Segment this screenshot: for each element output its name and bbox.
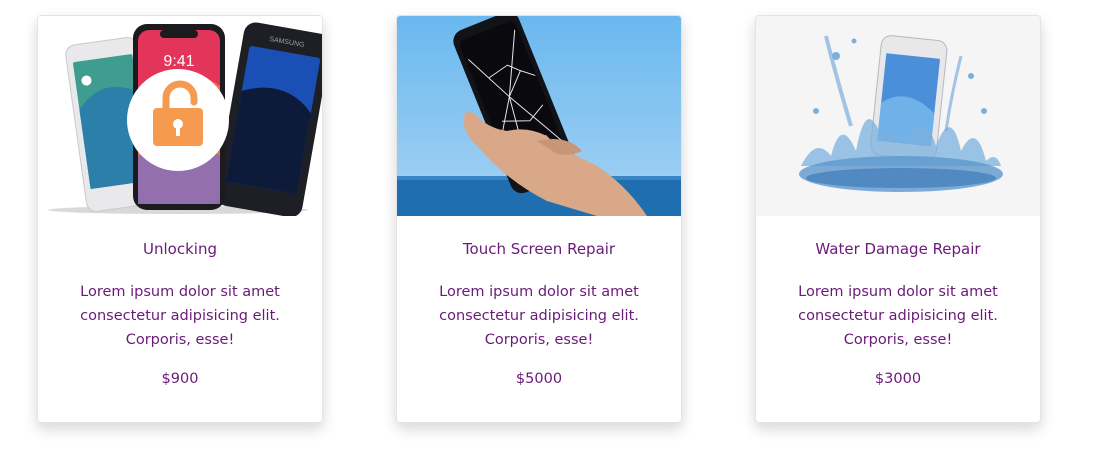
unlocked-phones-image: SAMSUNG 9:41 — [38, 16, 322, 216]
service-title: Unlocking — [143, 240, 217, 258]
service-price: $5000 — [515, 371, 563, 387]
service-price: $900 — [161, 371, 199, 387]
service-price: $3000 — [874, 371, 922, 387]
service-description: Lorem ipsum dolor sit amet consectetur a… — [80, 284, 280, 348]
cracked-screen-phone-image — [397, 16, 681, 216]
service-description: Lorem ipsum dolor sit amet consectetur a… — [439, 284, 639, 348]
services-row: SAMSUNG 9:41 Unlocking Lorem ipsum dolor… — [0, 0, 1115, 469]
water-splash-phone-image — [756, 16, 1040, 216]
card-body: Water Damage Repair Lorem ipsum dolor si… — [756, 240, 1040, 389]
service-card-touch-screen-repair[interactable]: Touch Screen Repair Lorem ipsum dolor si… — [396, 15, 682, 423]
service-description: Lorem ipsum dolor sit amet consectetur a… — [798, 284, 998, 348]
service-card-water-damage-repair[interactable]: Water Damage Repair Lorem ipsum dolor si… — [755, 15, 1041, 423]
service-title: Touch Screen Repair — [462, 240, 616, 258]
card-body: Unlocking Lorem ipsum dolor sit amet con… — [38, 240, 322, 389]
phone-time-text: 9:41 — [163, 53, 194, 70]
service-card-unlocking[interactable]: SAMSUNG 9:41 Unlocking Lorem ipsum dolor… — [37, 15, 323, 423]
service-title: Water Damage Repair — [815, 240, 981, 258]
card-body: Touch Screen Repair Lorem ipsum dolor si… — [397, 240, 681, 389]
